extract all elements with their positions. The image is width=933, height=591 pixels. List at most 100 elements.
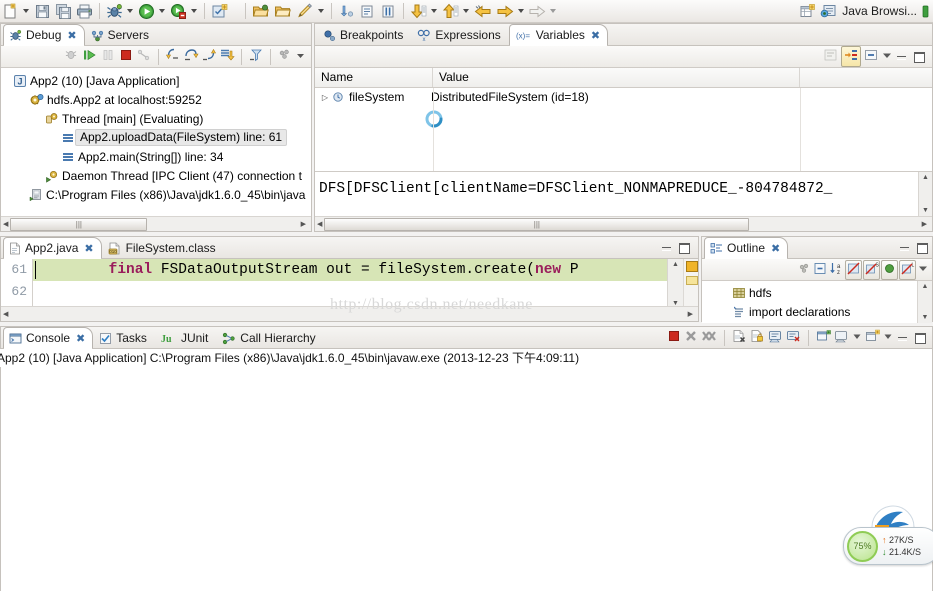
show-logical-structure-icon[interactable]	[841, 46, 861, 67]
next-edit-dropdown-arrow[interactable]	[431, 9, 437, 13]
scroll-thumb[interactable]: |||	[324, 217, 750, 231]
toolbar-next-annotation-button[interactable]	[336, 0, 357, 22]
hide-static-icon[interactable]: S	[863, 259, 880, 280]
tab-tasks[interactable]: Tasks	[93, 327, 155, 348]
minimize-button[interactable]	[660, 241, 673, 254]
column-header-name[interactable]: Name	[315, 68, 433, 87]
display-selected-console-icon[interactable]	[816, 329, 831, 346]
scroll-up-arrow[interactable]: ▲	[670, 259, 681, 270]
remove-launch-icon[interactable]	[684, 329, 698, 346]
terminate-icon[interactable]	[118, 47, 134, 66]
toolbar-save-button[interactable]	[32, 0, 53, 22]
step-over-icon[interactable]	[183, 47, 199, 66]
scroll-left-arrow[interactable]: ◀	[1, 219, 10, 230]
toolbar-open-resource-button[interactable]	[272, 0, 294, 22]
tab-expressions[interactable]: x Expressions	[411, 24, 508, 45]
view-menu-dropdown-icon[interactable]	[881, 49, 893, 64]
maximize-button[interactable]	[913, 331, 926, 344]
debug-stack-tree[interactable]: J App2 (10) [Java Application] hdfs.App2…	[1, 68, 311, 219]
tree-item-daemon-thread[interactable]: Daemon Thread [IPC Client (47) connectio…	[1, 166, 311, 185]
view-menu-dropdown-icon[interactable]	[295, 50, 308, 64]
tab-outline[interactable]: Outline ✖	[704, 237, 789, 259]
tab-console[interactable]: Console ✖	[3, 327, 94, 349]
clear-console-icon[interactable]	[732, 329, 747, 346]
tab-call-hierarchy[interactable]: Call Hierarchy	[216, 327, 323, 348]
toolbar-prev-annotation-button[interactable]	[357, 0, 378, 22]
editor-code-area[interactable]: final FSDataOutputStream out = fileSyste…	[33, 259, 667, 309]
remove-all-terminated-icon[interactable]	[701, 329, 717, 346]
toolbar-external-tools-button[interactable]	[168, 0, 189, 22]
toolbar-forward-button[interactable]	[495, 0, 516, 22]
tab-breakpoints[interactable]: Breakpoints	[317, 24, 411, 45]
scroll-right-arrow[interactable]: ▶	[686, 309, 695, 320]
hide-non-public-icon[interactable]	[881, 259, 898, 280]
use-step-filters-icon[interactable]	[248, 47, 264, 66]
maximize-button[interactable]	[915, 241, 928, 254]
toolbar-search-button[interactable]	[294, 0, 316, 22]
tab-filesystem-class[interactable]: 010 FileSystem.class	[102, 237, 224, 258]
collapse-all-icon[interactable]	[823, 47, 839, 66]
tree-item-stack-frame[interactable]: App2.main(String[]) line: 34	[1, 147, 311, 166]
toolbar-forward-disabled-button[interactable]	[527, 0, 548, 22]
drop-to-frame-icon[interactable]	[219, 47, 235, 66]
outline-tree[interactable]: hdfs import declarations ▲ ▼	[702, 281, 932, 323]
focus-on-active-task-icon[interactable]	[797, 261, 812, 279]
scroll-down-arrow[interactable]: ▼	[920, 312, 931, 323]
tab-debug[interactable]: Debug ✖	[3, 24, 85, 46]
overview-marker-info[interactable]	[686, 276, 698, 285]
maximize-button[interactable]	[912, 50, 925, 63]
prev-edit-dropdown-arrow[interactable]	[463, 9, 469, 13]
overview-marker-warning[interactable]	[686, 261, 698, 272]
expand-twisty-icon[interactable]: ▷	[319, 93, 331, 102]
scroll-up-arrow[interactable]: ▲	[920, 172, 931, 183]
detail-vertical-scrollbar[interactable]: ▲ ▼	[918, 172, 932, 216]
tree-item-debug-target[interactable]: hdfs.App2 at localhost:59252	[1, 90, 311, 109]
minimize-button[interactable]	[895, 50, 908, 63]
terminate-icon[interactable]	[667, 329, 681, 346]
toolbar-run-button[interactable]	[136, 0, 157, 22]
scroll-left-arrow[interactable]: ◀	[315, 219, 324, 230]
minimize-button[interactable]	[898, 241, 911, 254]
scroll-lock-icon[interactable]	[750, 329, 765, 346]
scroll-down-arrow[interactable]: ▼	[920, 205, 931, 216]
scroll-up-arrow[interactable]: ▲	[920, 281, 931, 292]
view-menu-dropdown-icon[interactable]	[917, 262, 929, 277]
open-console-icon[interactable]	[834, 329, 849, 346]
debug-horizontal-scrollbar[interactable]: ◀ ||| ▶	[1, 216, 311, 231]
tree-item-process[interactable]: C:\Program Files (x86)\Java\jdk1.6.0_45\…	[1, 185, 311, 204]
toolbar-open-type-button[interactable]	[250, 0, 272, 22]
editor-overview-ruler[interactable]	[683, 259, 698, 309]
sort-icon[interactable]: a z	[829, 261, 844, 279]
forward-disabled-dropdown-arrow[interactable]	[550, 9, 556, 13]
tree-item-thread-main[interactable]: Thread [main] (Evaluating)	[1, 109, 311, 128]
tree-item-launch[interactable]: J App2 (10) [Java Application]	[1, 71, 311, 90]
toolbar-open-perspective-button[interactable]	[797, 0, 818, 22]
tab-variables-close-icon[interactable]: ✖	[591, 29, 600, 42]
show-console-icon[interactable]	[768, 329, 783, 346]
hide-local-types-icon[interactable]: L	[899, 259, 916, 280]
reconnect-icon[interactable]	[64, 47, 80, 66]
toolbar-back-button[interactable]	[472, 0, 495, 22]
toolbar-debug-button[interactable]	[104, 0, 125, 22]
new-wizard-dropdown-arrow[interactable]	[23, 9, 29, 13]
column-header-value[interactable]: Value	[433, 68, 800, 87]
editor-vertical-scrollbar[interactable]: ▲ ▼	[667, 259, 683, 309]
tab-debug-close-icon[interactable]: ✖	[67, 29, 76, 42]
forward-dropdown-arrow[interactable]	[518, 9, 524, 13]
perspective-java-browsing-button[interactable]: Java Browsi...	[818, 0, 919, 22]
search-dropdown-arrow[interactable]	[318, 9, 324, 13]
scroll-right-arrow[interactable]: ▶	[299, 219, 308, 230]
toolbar-save-all-button[interactable]	[53, 0, 74, 22]
tree-item-stack-frame-selected[interactable]: App2.uploadData(FileSystem) line: 61	[1, 128, 311, 147]
minimize-button[interactable]	[896, 331, 909, 344]
variables-horizontal-scrollbar[interactable]: ◀ ||| ▶	[315, 216, 932, 231]
resume-icon[interactable]	[82, 47, 98, 66]
debug-dropdown-arrow[interactable]	[127, 9, 133, 13]
view-menu-icon[interactable]	[277, 47, 293, 66]
suspend-icon[interactable]	[100, 47, 116, 66]
tab-variables[interactable]: (x)= Variables ✖	[508, 24, 609, 46]
outline-item-package[interactable]: hdfs	[702, 283, 917, 302]
code-line-62[interactable]	[33, 281, 667, 303]
tab-outline-close-icon[interactable]: ✖	[771, 242, 780, 255]
step-into-icon[interactable]	[165, 47, 181, 66]
